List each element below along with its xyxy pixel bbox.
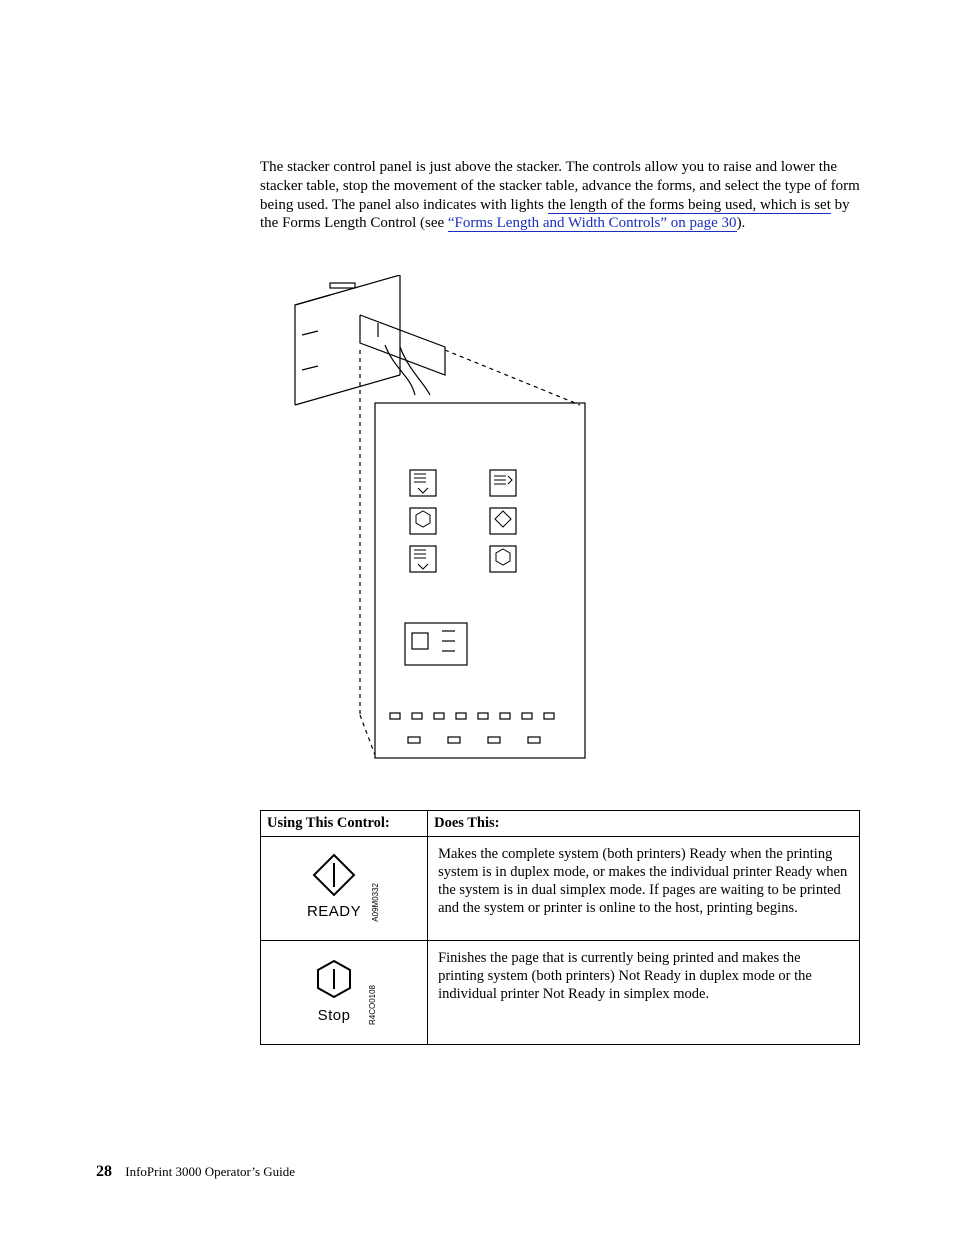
paragraph-tail: ). xyxy=(737,215,746,231)
ready-label: READY xyxy=(307,903,361,922)
control-icon-cell: READY A09M0332 xyxy=(261,837,428,941)
page-footer: 28 InfoPrint 3000 Operator’s Guide xyxy=(96,1163,295,1181)
footer-title: InfoPrint 3000 Operator’s Guide xyxy=(125,1164,295,1179)
paragraph-underlined: the length of the forms being used, whic… xyxy=(548,197,831,214)
page-number: 28 xyxy=(96,1163,112,1180)
table-header-control: Using This Control: xyxy=(261,811,428,837)
ready-partno: A09M0332 xyxy=(371,883,381,922)
document-page: The stacker control panel is just above … xyxy=(0,0,954,1235)
stacker-diagram xyxy=(260,275,860,780)
control-desc-cell: Makes the complete system (both printers… xyxy=(428,837,860,941)
ready-icon xyxy=(310,851,358,899)
stop-label: Stop xyxy=(310,1007,358,1026)
table-row: READY A09M0332 Makes the complete system… xyxy=(261,837,860,941)
stop-partno: R4CO0108 xyxy=(368,985,378,1025)
cross-reference-link[interactable]: “Forms Length and Width Controls” on pag… xyxy=(448,215,737,232)
table-row: Stop R4CO0108 Finishes the page that is … xyxy=(261,940,860,1044)
control-desc-cell: Finishes the page that is currently bein… xyxy=(428,940,860,1044)
intro-paragraph: The stacker control panel is just above … xyxy=(260,158,860,233)
table-header-desc: Does This: xyxy=(428,811,860,837)
stop-icon xyxy=(310,955,358,1003)
controls-table: Using This Control: Does This: READY A09… xyxy=(260,810,860,1045)
control-icon-cell: Stop R4CO0108 xyxy=(261,940,428,1044)
table-header-row: Using This Control: Does This: xyxy=(261,811,860,837)
